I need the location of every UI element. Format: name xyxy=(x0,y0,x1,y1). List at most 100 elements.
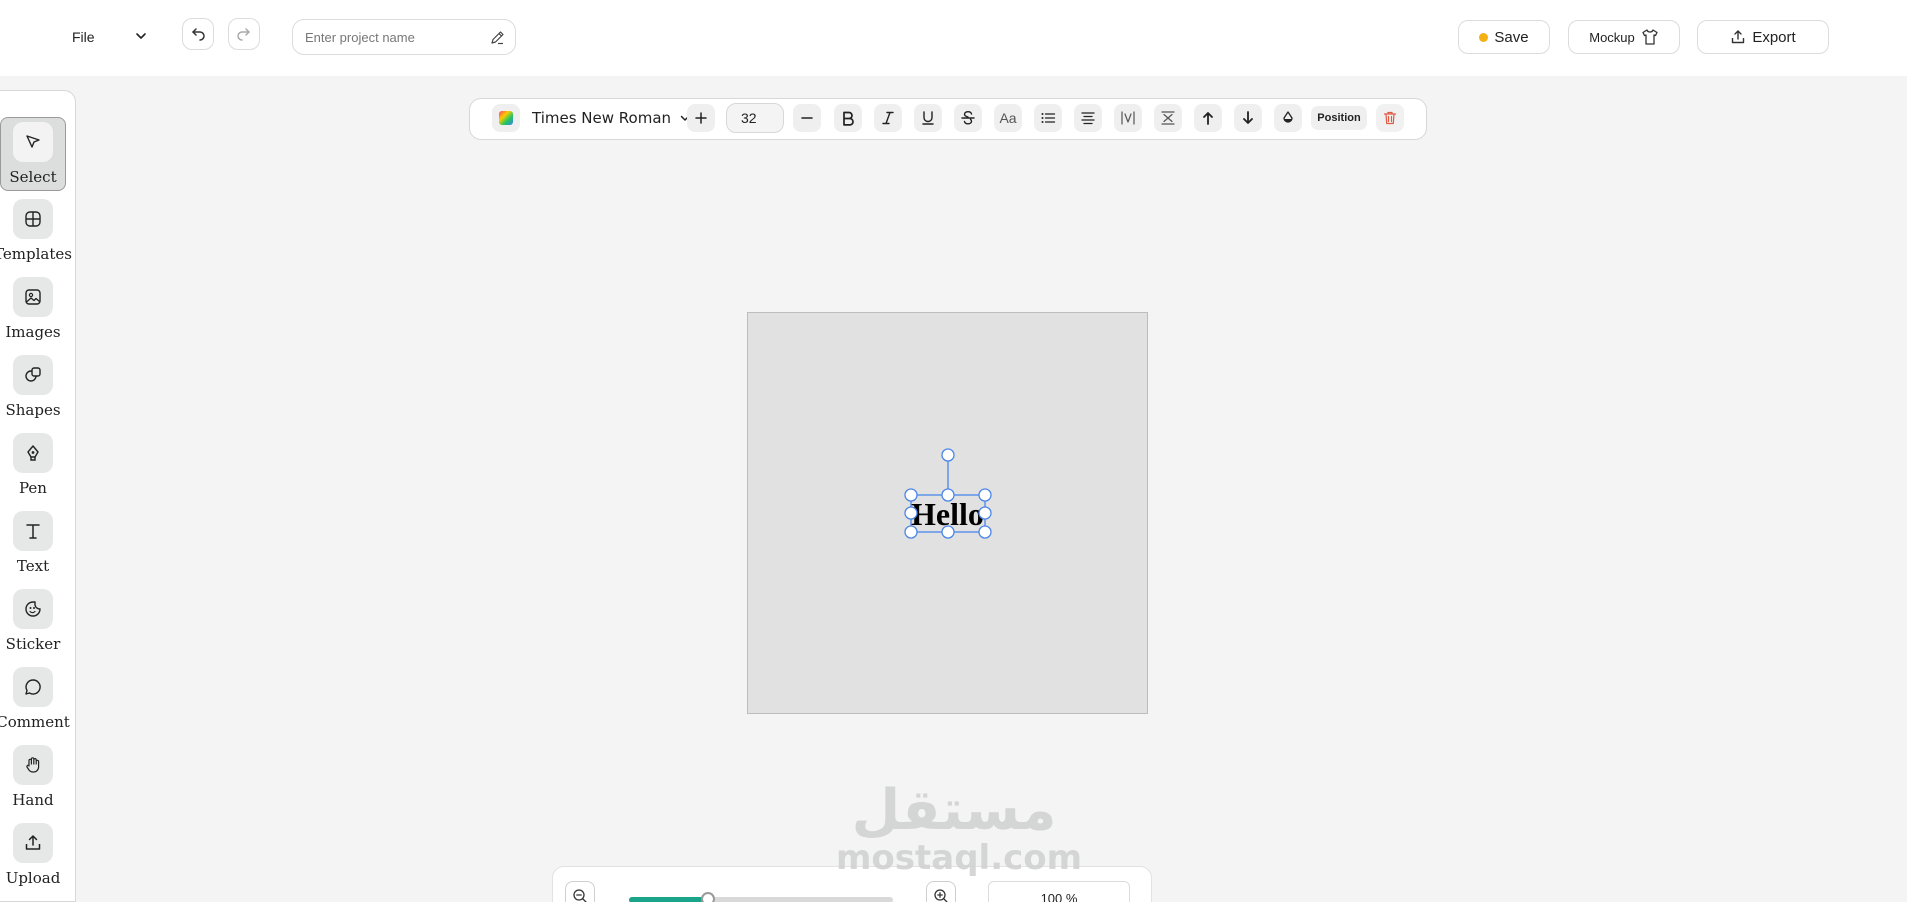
tool-images-icon-box xyxy=(13,277,53,317)
font-size-increase-button[interactable] xyxy=(687,104,715,132)
text-icon xyxy=(26,524,40,539)
pen-icon xyxy=(27,445,39,461)
trash-icon xyxy=(1383,111,1397,125)
tool-select[interactable]: Select xyxy=(0,117,66,191)
underline-button[interactable] xyxy=(914,104,942,132)
font-size-decrease-button[interactable] xyxy=(793,104,821,132)
undo-icon xyxy=(192,28,205,41)
watermark-latin: mostaql.com xyxy=(836,838,1083,878)
zoom-in-button[interactable] xyxy=(926,881,956,902)
position-button[interactable]: Position xyxy=(1311,106,1367,130)
comment-icon xyxy=(25,679,41,695)
tool-hand-icon-box xyxy=(13,745,53,785)
plus-icon xyxy=(695,112,707,124)
redo-button[interactable] xyxy=(228,18,260,50)
zoom-slider[interactable] xyxy=(629,892,893,902)
tool-sticker[interactable]: Sticker xyxy=(0,589,66,653)
text-color-button[interactable] xyxy=(492,104,520,132)
font-size-input[interactable]: 32 xyxy=(726,103,784,133)
opacity-button[interactable] xyxy=(1274,104,1302,132)
tool-hand[interactable]: Hand xyxy=(0,745,66,809)
tool-comment[interactable]: Comment xyxy=(0,667,70,731)
bullet-list-button[interactable] xyxy=(1034,104,1062,132)
font-family-value: Times New Roman xyxy=(532,109,672,127)
tool-label: Text xyxy=(16,557,50,575)
tool-templates-icon-box xyxy=(13,199,53,239)
text-case-label: Aa xyxy=(999,110,1017,126)
line-height-icon xyxy=(1161,111,1175,125)
top-bar: File Save Mockup Export xyxy=(0,0,1907,76)
save-button[interactable]: Save xyxy=(1458,20,1550,54)
redo-icon xyxy=(237,28,250,41)
letter-spacing-icon xyxy=(1121,111,1135,125)
export-button[interactable]: Export xyxy=(1697,20,1829,54)
zoom-slider-fill xyxy=(629,897,709,902)
hand-icon xyxy=(26,757,40,773)
arrow-down-icon xyxy=(1243,111,1253,124)
droplet-icon xyxy=(1283,111,1293,123)
mockup-button[interactable]: Mockup xyxy=(1568,20,1680,54)
list-icon xyxy=(1041,113,1056,123)
save-status-dot xyxy=(1479,32,1489,42)
canvas-text-element[interactable]: Hello xyxy=(911,496,985,532)
tool-pen[interactable]: Pen xyxy=(0,433,66,497)
zoom-slider-thumb[interactable] xyxy=(701,892,716,902)
tool-pen-icon-box xyxy=(13,433,53,473)
bold-icon xyxy=(843,111,854,126)
tool-shapes[interactable]: Shapes xyxy=(0,355,66,419)
save-label: Save xyxy=(1494,28,1529,46)
export-label: Export xyxy=(1752,28,1796,46)
tool-select-icon-box xyxy=(13,122,53,162)
zoom-out-icon xyxy=(573,889,587,902)
grid-icon xyxy=(25,211,41,227)
send-backward-button[interactable] xyxy=(1234,104,1262,132)
italic-icon xyxy=(882,111,894,125)
italic-button[interactable] xyxy=(874,104,902,132)
bring-forward-button[interactable] xyxy=(1194,104,1222,132)
underline-icon xyxy=(922,111,934,125)
tool-shapes-icon-box xyxy=(13,355,53,395)
letter-spacing-button[interactable] xyxy=(1114,104,1142,132)
export-icon xyxy=(1732,30,1745,44)
color-swatch-icon xyxy=(499,111,513,125)
tool-label: Comment xyxy=(0,713,70,731)
tool-sticker-icon-box xyxy=(13,589,53,629)
mockup-label: Mockup xyxy=(1589,29,1635,45)
watermark: مستقل mostaql.com xyxy=(836,782,1083,878)
zoom-out-button[interactable] xyxy=(565,881,595,902)
undo-button[interactable] xyxy=(182,18,214,50)
align-center-icon xyxy=(1081,112,1095,125)
tool-templates[interactable]: Templates xyxy=(0,199,72,263)
font-family-select[interactable]: Times New Roman xyxy=(532,104,691,132)
project-name-input[interactable] xyxy=(305,29,480,45)
tool-label: Images xyxy=(5,323,61,341)
file-menu[interactable]: File xyxy=(72,24,152,50)
upload-icon xyxy=(25,835,41,850)
tshirt-icon xyxy=(1642,29,1658,45)
tool-text[interactable]: Text xyxy=(0,511,66,575)
pointer-icon xyxy=(26,135,40,148)
zoom-level-display[interactable]: 100 % xyxy=(988,881,1130,902)
tool-label: Select xyxy=(9,168,57,186)
text-align-button[interactable] xyxy=(1074,104,1102,132)
bold-button[interactable] xyxy=(834,104,862,132)
pencil-icon[interactable] xyxy=(490,30,505,45)
delete-button[interactable] xyxy=(1376,104,1404,132)
tool-upload-icon-box xyxy=(13,823,53,863)
tool-sidebar: Select Templates Images Shapes Pen Text xyxy=(0,90,76,902)
project-name-field xyxy=(292,19,516,55)
tool-text-icon-box xyxy=(13,511,53,551)
strikethrough-button[interactable] xyxy=(954,104,982,132)
text-case-button[interactable]: Aa xyxy=(994,104,1022,132)
strikethrough-icon xyxy=(961,110,975,125)
tool-label: Upload xyxy=(5,869,61,887)
line-height-button[interactable] xyxy=(1154,104,1182,132)
arrow-up-icon xyxy=(1203,112,1213,125)
minus-icon xyxy=(801,117,813,119)
tool-label: Sticker xyxy=(5,635,61,653)
tool-images[interactable]: Images xyxy=(0,277,66,341)
file-menu-label: File xyxy=(72,29,95,45)
tool-upload[interactable]: Upload xyxy=(0,823,66,887)
tool-label: Pen xyxy=(19,479,47,497)
tool-label: Templates xyxy=(0,245,72,263)
